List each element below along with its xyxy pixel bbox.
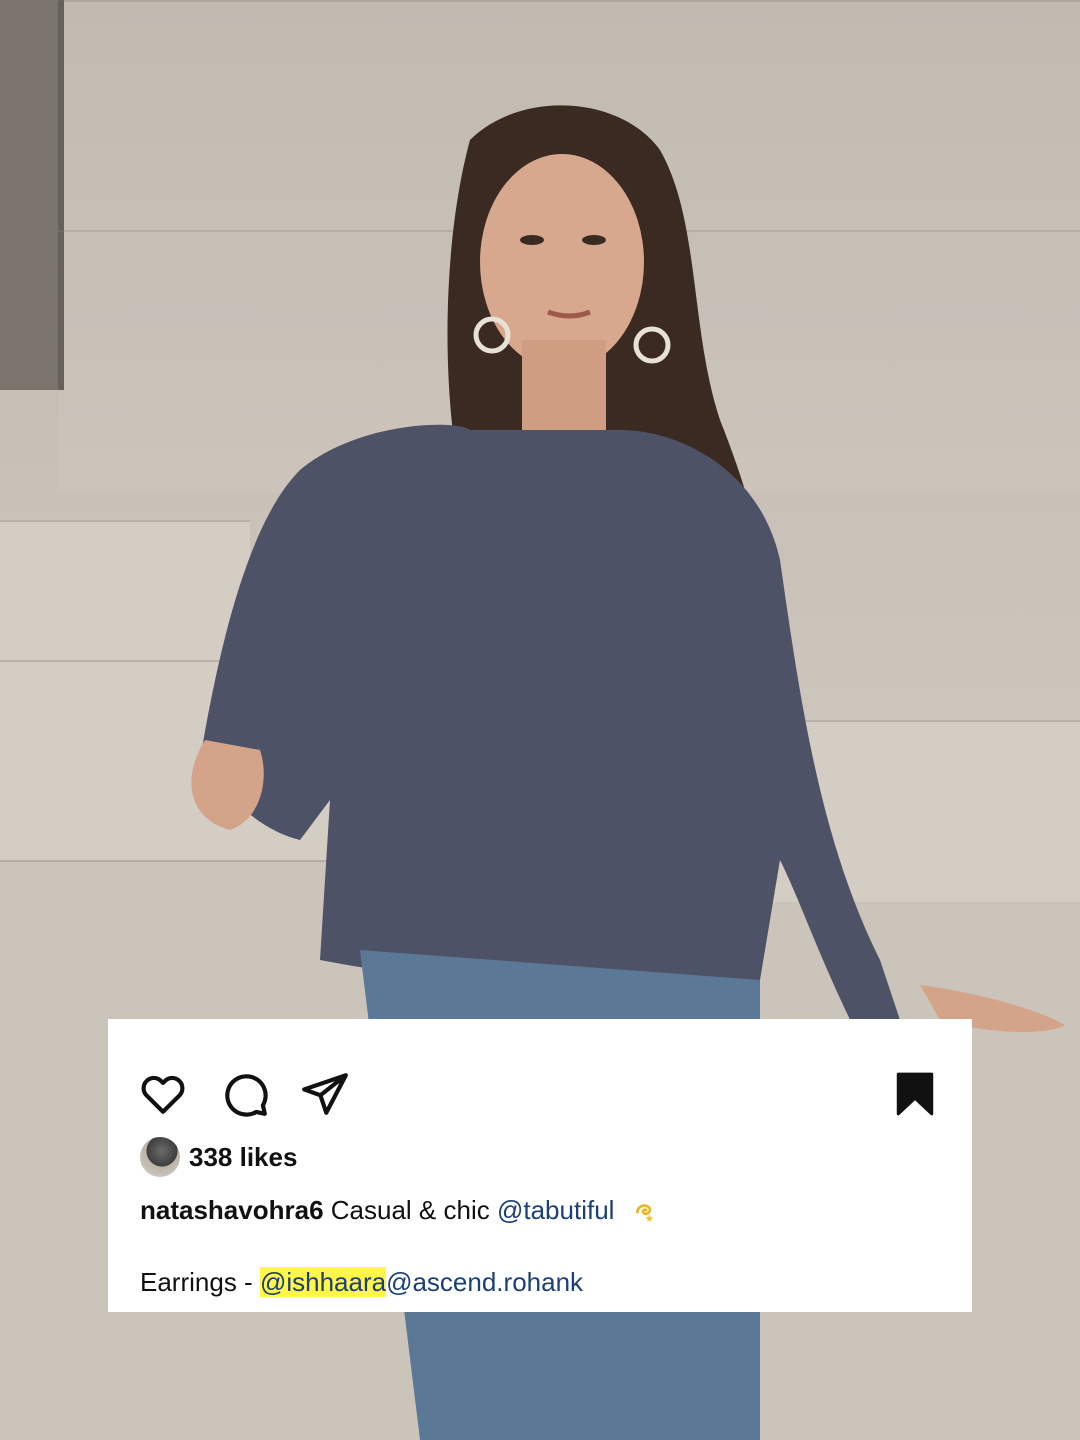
mention-ishhaara[interactable]: @ishhaara: [259, 1267, 387, 1297]
mention-ascend-rohank[interactable]: @ascend.rohank: [386, 1267, 583, 1297]
likes-row: 338 likes: [140, 1135, 297, 1179]
comment-icon: [225, 1074, 268, 1117]
caption-text: Casual & chic: [330, 1195, 490, 1225]
save-button[interactable]: [890, 1069, 940, 1119]
caption-credits: Earrings - @ishhaara@ascend.rohank: [140, 1267, 583, 1298]
bookmark-icon: [896, 1072, 934, 1116]
like-button[interactable]: [138, 1069, 188, 1119]
instagram-post-card: 338 likes natashavohra6 Casual & chic @t…: [108, 1019, 972, 1312]
post-actions-bar: [108, 1019, 972, 1139]
share-button[interactable]: [300, 1069, 350, 1119]
heart-icon: [141, 1075, 185, 1114]
likes-count[interactable]: 338 likes: [189, 1142, 297, 1173]
liker-avatar[interactable]: [140, 1137, 180, 1177]
caption-mention[interactable]: @tabutiful: [497, 1195, 614, 1225]
post-caption: natashavohra6 Casual & chic @tabutiful: [140, 1195, 658, 1226]
paper-plane-icon: [302, 1073, 348, 1115]
caption-username[interactable]: natashavohra6: [140, 1195, 324, 1225]
comment-button[interactable]: [220, 1069, 270, 1119]
earrings-label: Earrings -: [140, 1267, 253, 1297]
dizzy-emoji-icon: [635, 1204, 653, 1222]
